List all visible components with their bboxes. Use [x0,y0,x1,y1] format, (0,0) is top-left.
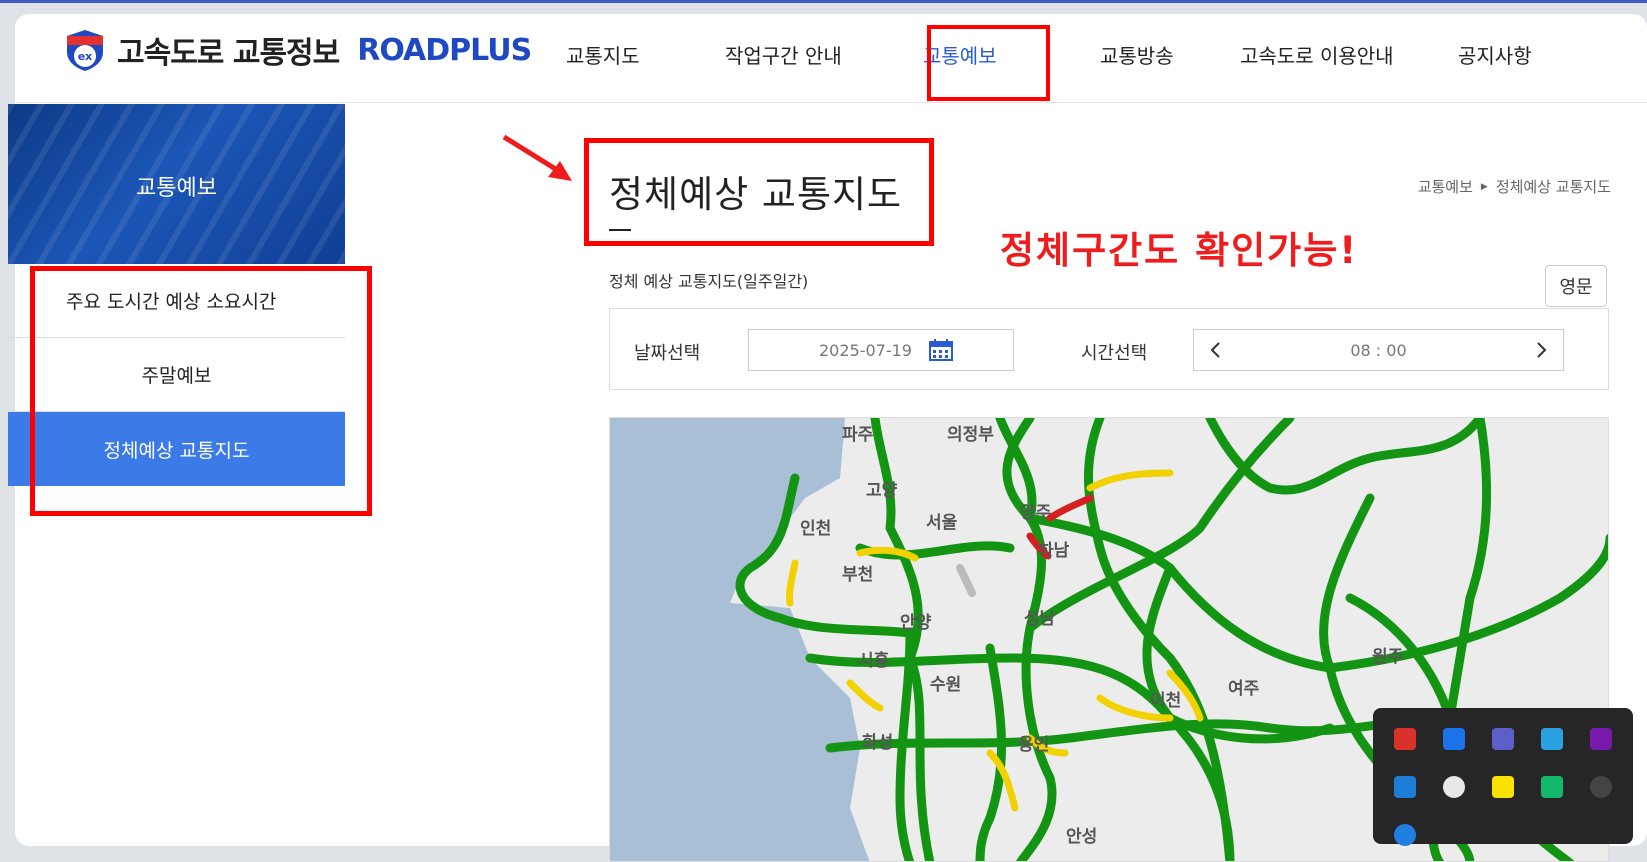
time-selector[interactable]: 08 : 00 [1193,329,1564,371]
red-highlight-sidebar [30,266,372,516]
english-button[interactable]: 영문 [1545,265,1607,307]
map-label-anseong: 안성 [1066,827,1098,847]
window-top-border [0,0,1647,3]
security-warning-icon[interactable] [1394,776,1416,798]
teams-icon[interactable] [1492,728,1514,750]
date-input[interactable]: 2025-07-19 [748,329,1014,371]
date-value: 2025-07-19 [819,340,912,360]
powerpoint-icon[interactable] [1394,728,1416,750]
onedrive-icon[interactable] [1443,776,1465,798]
kakaotalk-icon[interactable] [1492,776,1514,798]
nav-traffic-broadcast[interactable]: 교통방송 [1100,40,1174,69]
site-header: ex 고속도로 교통정보 ROADPLUS 교통지도 작업구간 안내 교통예보 … [15,14,1647,103]
map-label-bucheon: 부천 [842,565,874,585]
map-label-seoul: 서울 [926,513,958,533]
map-label-yongin: 용인 [1018,735,1050,755]
sidebar-banner-title: 교통예보 [136,176,217,201]
map-label-anyang: 안양 [900,613,932,633]
map-label-hwaseong: 화성 [862,733,894,753]
title-underline [609,229,631,231]
map-label-paju: 파주 [842,425,874,445]
snipping-icon[interactable] [1443,728,1465,750]
map-label-yangju: 양주 [1020,503,1052,523]
date-label: 날짜선택 [634,343,701,364]
map-label-goyang: 고양 [866,481,898,501]
map-label-siheung: 시흥 [858,651,890,671]
breadcrumb-separator-icon: ▶ [1480,181,1488,192]
creative-cloud-icon[interactable] [1590,776,1612,798]
annotation-text: 정체구간도 확인가능! [1000,229,1359,272]
nav-notice[interactable]: 공지사항 [1458,40,1532,69]
page-title: 정체예상 교통지도 [609,173,903,216]
map-label-wonju: 원주 [1372,647,1404,667]
map-subtitle: 정체 예상 교통지도(일주일간) [609,272,809,291]
sidebar-banner: 교통예보 [8,104,345,264]
breadcrumb-item[interactable]: 교통예보 [1418,176,1473,197]
sea-area [610,418,870,861]
map-label-icheon: 이천 [1150,691,1182,711]
time-label: 시간선택 [1081,343,1148,364]
system-tray-overflow [1373,708,1633,846]
bluetooth-icon[interactable] [1394,824,1416,846]
nav-highway-guide[interactable]: 고속도로 이용안내 [1240,40,1394,69]
filter-bar: 날짜선택 2025-07-19 시간선택 08 : 00 [609,308,1609,390]
map-label-incheon: 인천 [800,519,832,539]
map-label-suwon: 수원 [930,675,962,695]
onenote-icon[interactable] [1590,728,1612,750]
nav-traffic-map[interactable]: 교통지도 [566,40,640,69]
road-closed-segment [956,564,976,597]
calendar-icon[interactable] [929,339,953,361]
breadcrumb-current: 정체예상 교통지도 [1495,178,1611,196]
map-label-hanam: 하남 [1038,541,1070,561]
chevron-right-icon[interactable] [1531,339,1551,361]
nav-work-zone[interactable]: 작업구간 안내 [725,40,842,69]
red-highlight-nav [927,25,1050,101]
map-label-seongnam: 성남 [1024,609,1056,629]
kleopatra-icon[interactable] [1541,776,1563,798]
breadcrumb: 교통예보 ▶ 정체예상 교통지도 [1418,176,1611,197]
red-arrow-annotation [502,134,572,181]
defender-icon[interactable] [1541,728,1563,750]
time-value: 08 : 00 [1350,341,1407,360]
main-nav: 교통지도 작업구간 안내 교통예보 교통방송 고속도로 이용안내 공지사항 [15,40,1647,70]
map-label-uijeongbu: 의정부 [947,425,994,445]
map-label-yeoju: 여주 [1228,679,1260,699]
